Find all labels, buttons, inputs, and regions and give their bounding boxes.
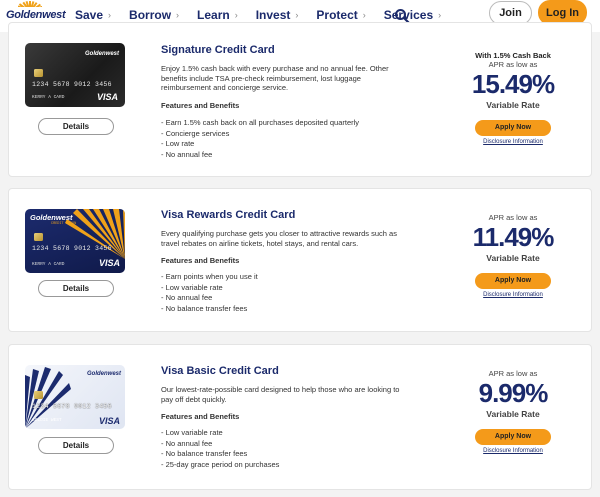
logo-sunburst — [18, 1, 42, 7]
feature-item: - Low variable rate — [161, 282, 223, 292]
details-button[interactable]: Details — [38, 118, 114, 135]
card-brand-sub: CREDIT UNION — [51, 222, 77, 226]
apply-now-button[interactable]: Apply Now — [475, 120, 551, 136]
visa-basic-card-image: Goldenwest 1234 5678 9012 3456 GOLDIE WE… — [25, 365, 125, 429]
features-heading: Features and Benefits — [161, 412, 240, 421]
card-holder-name: GOLDIE WEST — [32, 418, 62, 423]
rate-type: Variable Rate — [486, 409, 540, 419]
nav-label: Learn — [197, 8, 230, 22]
chip-icon — [34, 391, 43, 399]
card-description: Our lowest-rate-possible card designed t… — [161, 385, 400, 404]
visa-basic-card-panel: Goldenwest 1234 5678 9012 3456 GOLDIE WE… — [8, 344, 592, 490]
nav-item-save[interactable]: Save › — [75, 8, 111, 22]
details-button[interactable]: Details — [38, 437, 114, 454]
nav-label: Protect — [316, 8, 358, 22]
signature-card-panel: Goldenwest 1234 5678 9012 3456 KERRY A C… — [8, 22, 592, 177]
logo-text: Goldenwest — [6, 9, 66, 21]
rate-column: APR as low as 11.49% Variable Rate Apply… — [449, 213, 577, 298]
apply-now-button[interactable]: Apply Now — [475, 273, 551, 289]
card-title: Visa Basic Credit Card — [161, 365, 279, 377]
card-brand: Goldenwest — [86, 371, 121, 377]
card-holder-name: KERRY A CARD — [32, 95, 65, 100]
chevron-right-icon: › — [176, 10, 180, 20]
nav-item-protect[interactable]: Protect › — [316, 8, 365, 22]
disclosure-link[interactable]: Disclosure Information — [449, 448, 577, 454]
feature-item: - Low rate — [161, 139, 195, 148]
features-list: - Earn 1.5% cash back on all purchases d… — [161, 118, 359, 160]
visa-logo: VISA — [98, 416, 120, 426]
chevron-right-icon: › — [295, 10, 299, 20]
features-list: - Earn points when you use it - Low vari… — [161, 272, 258, 314]
feature-item: - No annual fee — [161, 149, 213, 159]
disclosure-link[interactable]: Disclosure Information — [449, 292, 577, 298]
card-description: Enjoy 1.5% cash back with every purchase… — [161, 64, 389, 92]
card-description: Every qualifying purchase gets you close… — [161, 229, 397, 248]
nav-item-learn[interactable]: Learn › — [197, 8, 238, 22]
chevron-right-icon: › — [438, 10, 442, 20]
visa-rewards-card-image: Goldenwest CREDIT UNION 1234 5678 9012 3… — [25, 209, 125, 273]
feature-item: - No annual fee — [161, 293, 213, 302]
nav-label: Invest — [255, 8, 291, 22]
apr-rate: 15.49% — [471, 69, 555, 99]
feature-item: - Earn points when you use it — [161, 272, 258, 281]
card-holder-name: KERRY A CARD — [32, 262, 65, 267]
feature-item: - No balance transfer fees — [161, 303, 248, 313]
visa-rewards-card-panel: Goldenwest CREDIT UNION 1234 5678 9012 3… — [8, 188, 592, 332]
feature-item: - 25-day grace period on purchases — [161, 459, 280, 469]
visa-logo: VISA — [98, 258, 120, 268]
card-number: 1234 5678 9012 3456 — [32, 81, 112, 88]
feature-item: - Earn 1.5% cash back on all purchases d… — [161, 118, 360, 127]
card-number: 1234 5678 9012 3456 — [32, 403, 112, 410]
feature-item: - No annual fee — [161, 438, 213, 448]
disclosure-link[interactable]: Disclosure Information — [449, 139, 577, 145]
apply-now-button[interactable]: Apply Now — [475, 429, 551, 445]
feature-item: - Concierge services — [161, 128, 230, 138]
rate-promo: With 1.5% Cash Back — [475, 51, 551, 60]
card-title: Signature Credit Card — [161, 44, 275, 56]
card-brand: Goldenwest — [84, 51, 119, 57]
card-title: Visa Rewards Credit Card — [161, 209, 296, 221]
card-number: 1234 5678 9012 3456 — [32, 245, 112, 252]
nav-item-services[interactable]: Services › — [384, 8, 441, 22]
chevron-right-icon: › — [234, 10, 238, 20]
visa-logo: VISA — [96, 92, 118, 102]
card-brand: Goldenwest — [30, 213, 73, 222]
signature-card-image: Goldenwest 1234 5678 9012 3456 KERRY A C… — [25, 43, 125, 107]
rate-column: APR as low as 9.99% Variable Rate Apply … — [449, 369, 577, 454]
rate-column: With 1.5% Cash Back APR as low as 15.49%… — [449, 51, 577, 145]
nav-label: Borrow — [129, 8, 172, 22]
features-heading: Features and Benefits — [161, 101, 240, 110]
chevron-right-icon: › — [108, 10, 112, 20]
feature-item: - No balance transfer fees — [161, 449, 248, 458]
rate-type: Variable Rate — [486, 253, 540, 263]
features-heading: Features and Benefits — [161, 256, 240, 265]
chevron-right-icon: › — [362, 10, 366, 20]
apr-rate: 11.49% — [472, 222, 555, 252]
apr-rate: 9.99% — [478, 378, 549, 408]
chip-icon — [34, 233, 43, 241]
rate-type: Variable Rate — [486, 100, 540, 110]
nav-label: Save — [75, 8, 104, 22]
feature-item: - Low variable rate — [161, 428, 223, 437]
features-list: - Low variable rate - No annual fee - No… — [161, 428, 279, 470]
nav-item-borrow[interactable]: Borrow › — [129, 8, 179, 22]
chip-icon — [34, 69, 43, 77]
details-button[interactable]: Details — [38, 280, 114, 297]
nav-item-invest[interactable]: Invest › — [256, 8, 299, 22]
